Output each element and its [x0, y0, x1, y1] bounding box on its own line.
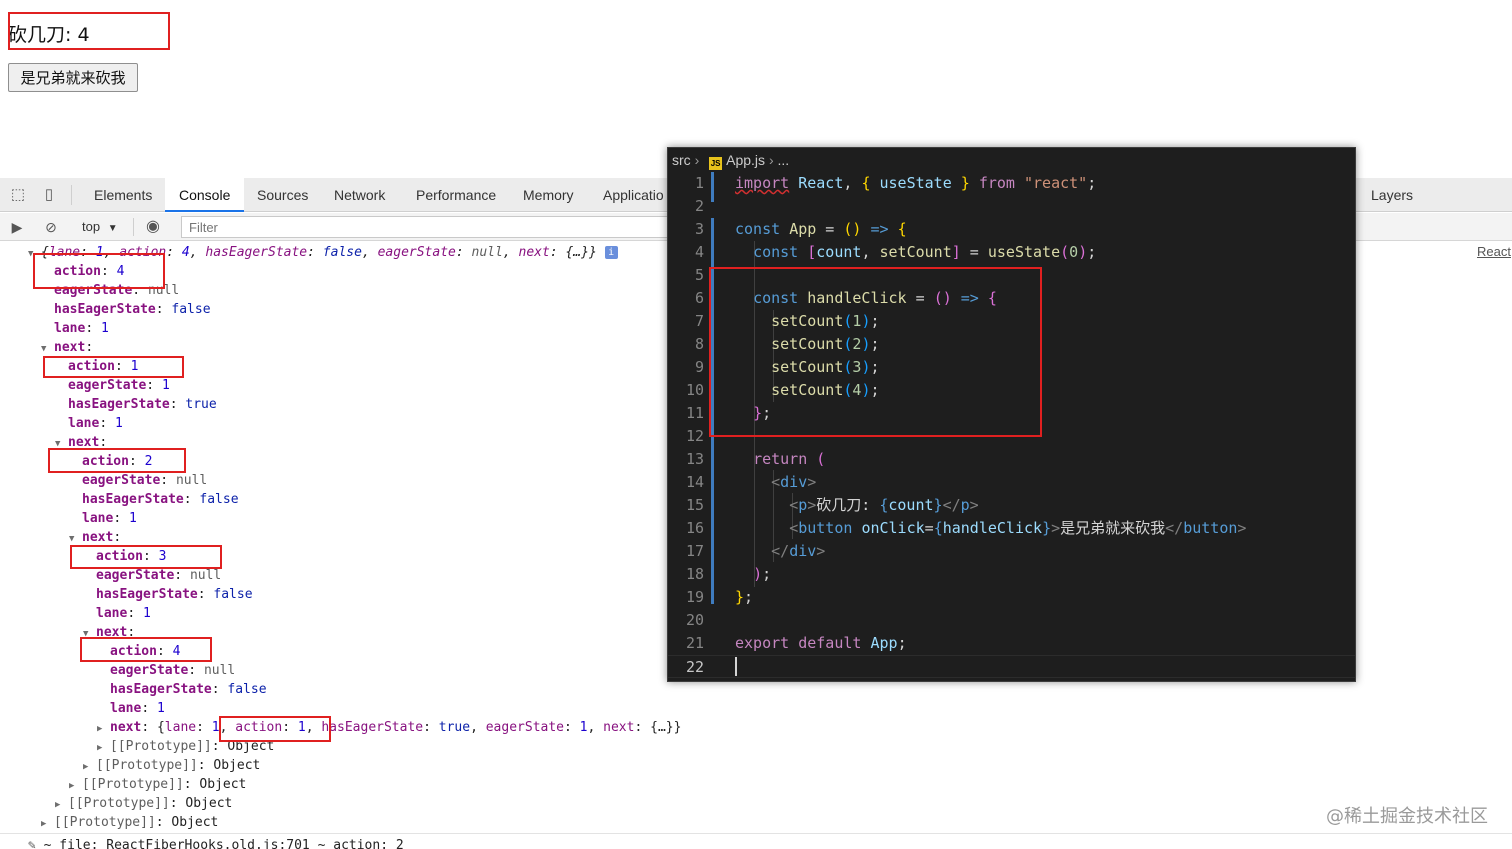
prop-lane: lane: 1: [68, 416, 123, 431]
prop-has-eager-state: hasEagerState: true: [68, 397, 217, 412]
text-cursor: [735, 657, 737, 676]
code-line-13[interactable]: 13 return (: [668, 448, 825, 471]
breadcrumb-folder[interactable]: src: [672, 152, 691, 168]
prototype-row[interactable]: ▶ [[Prototype]]: Object: [41, 813, 218, 834]
chevron-right-icon: ›: [768, 152, 774, 168]
breadcrumb-file[interactable]: App.js: [726, 152, 765, 168]
inspect-element-icon[interactable]: ⬚: [7, 184, 29, 206]
tab-console[interactable]: Console: [165, 178, 245, 212]
code-line-11[interactable]: 11 };: [668, 402, 771, 425]
counter-text: 砍几刀: 4: [8, 24, 90, 46]
tab-network[interactable]: Network: [320, 178, 399, 212]
code-line-5[interactable]: 5: [668, 264, 704, 287]
breadcrumb-more[interactable]: ...: [778, 152, 790, 168]
triangle-down-icon[interactable]: ▼: [55, 435, 68, 454]
code-line-2[interactable]: 2: [668, 195, 704, 218]
code-line-1[interactable]: 1 import React, { useState } from "react"…: [668, 172, 1096, 195]
prop-lane: lane: 1: [82, 511, 137, 526]
js-file-icon: JS: [709, 157, 723, 170]
console-bottom-message: ✎ ~ file: ReactFiberHooks.old.js:701 ~ a…: [28, 836, 404, 849]
source-link[interactable]: React: [1477, 244, 1511, 259]
prop-has-eager-state: hasEagerState: false: [54, 302, 211, 317]
toolbar-divider: [133, 218, 134, 236]
device-toolbar-icon[interactable]: ▯: [38, 184, 60, 206]
watermark: @稀土掘金技术社区: [1326, 806, 1488, 827]
prop-eager-state: eagerState: null: [96, 568, 222, 583]
tab-application[interactable]: Applicatio: [589, 178, 678, 212]
tab-elements[interactable]: Elements: [80, 178, 166, 212]
tab-memory[interactable]: Memory: [509, 178, 588, 212]
prop-action: action: 2: [82, 454, 153, 469]
prop-action: action: 4: [110, 644, 181, 659]
prop-next[interactable]: ▼ next:: [55, 433, 107, 454]
triangle-down-icon[interactable]: ▼: [69, 530, 82, 549]
code-line-4[interactable]: 4 const [count, setCount] = useState(0);: [668, 241, 1096, 264]
prototype-row[interactable]: ▶ [[Prototype]]: Object: [69, 775, 246, 796]
hack-me-button[interactable]: 是兄弟就来砍我: [8, 63, 138, 92]
code-line-7[interactable]: 7 setCount(1);: [668, 310, 880, 333]
prop-lane: lane: 1: [54, 321, 109, 336]
prop-action: action: 4: [54, 264, 125, 279]
prop-lane: lane: 1: [96, 606, 151, 621]
code-line-20[interactable]: 20: [668, 609, 704, 632]
context-label: top: [82, 219, 101, 234]
triangle-down-icon[interactable]: ▼: [28, 245, 41, 264]
modified-gutter-bar: [711, 218, 714, 604]
context-selector[interactable]: top ▼: [82, 216, 118, 238]
code-line-6[interactable]: 6 const handleClick = () => {: [668, 287, 997, 310]
clear-console-icon[interactable]: ⊘: [40, 216, 62, 238]
prop-eager-state: eagerState: null: [54, 283, 180, 298]
tab-layers[interactable]: Layers: [1357, 178, 1427, 212]
prop-next[interactable]: ▼ next:: [69, 528, 121, 549]
code-line-3[interactable]: 3 const App = () => {: [668, 218, 907, 241]
code-line-12[interactable]: 12: [668, 425, 704, 448]
prop-action: action: 3: [96, 549, 167, 564]
code-line-16[interactable]: 16 <button onClick={handleClick}>是兄弟就来砍我…: [668, 517, 1246, 540]
triangle-right-icon[interactable]: ▶: [41, 815, 54, 834]
live-expression-eye-icon[interactable]: ◉: [141, 216, 165, 238]
code-line-14[interactable]: 14 <div>: [668, 471, 816, 494]
chevron-right-icon: ›: [694, 152, 700, 168]
log-summary-line[interactable]: ▼ {lane: 1, action: 4, hasEagerState: fal…: [28, 243, 618, 264]
tab-divider: [71, 185, 72, 205]
prop-next-collapsed[interactable]: ▶ next: {lane: 1, action: 1, hasEagerStat…: [97, 718, 681, 739]
prop-action: action: 1: [68, 359, 139, 374]
editor-breadcrumb[interactable]: src › JS App.js › ...: [668, 148, 1355, 172]
code-line-19[interactable]: 19};: [668, 586, 753, 609]
code-line-21[interactable]: 21 export default App;: [668, 632, 907, 655]
prop-next[interactable]: ▼ next:: [41, 338, 93, 359]
code-line-9[interactable]: 9 setCount(3);: [668, 356, 880, 379]
prototype-row[interactable]: ▶ [[Prototype]]: Object: [55, 794, 232, 815]
code-line-18[interactable]: 18 );: [668, 563, 771, 586]
tab-sources[interactable]: Sources: [243, 178, 322, 212]
modified-gutter-bar: [711, 172, 714, 202]
tab-performance[interactable]: Performance: [402, 178, 510, 212]
code-line-10[interactable]: 10 setCount(4);: [668, 379, 880, 402]
console-filter-input[interactable]: [181, 216, 671, 238]
prop-has-eager-state: hasEagerState: false: [110, 682, 267, 697]
pin-icon: ✎: [28, 838, 44, 849]
prop-has-eager-state: hasEagerState: false: [82, 492, 239, 507]
sidebar-toggle-icon[interactable]: ▶: [6, 216, 28, 238]
code-line-17[interactable]: 17 </div>: [668, 540, 825, 563]
code-editor: src › JS App.js › ... 1 import React, { us…: [667, 147, 1356, 682]
prototype-row[interactable]: ▶ [[Prototype]]: Object: [97, 737, 274, 758]
code-line-8[interactable]: 8 setCount(2);: [668, 333, 880, 356]
prop-next[interactable]: ▼ next:: [83, 623, 135, 644]
prop-eager-state: eagerState: null: [82, 473, 208, 488]
prop-eager-state: eagerState: 1: [68, 378, 170, 393]
info-icon[interactable]: i: [604, 246, 618, 259]
triangle-down-icon[interactable]: ▼: [83, 625, 96, 644]
prototype-row[interactable]: ▶ [[Prototype]]: Object: [83, 756, 260, 777]
prop-lane: lane: 1: [110, 701, 165, 716]
prop-eager-state: eagerState: null: [110, 663, 236, 678]
prop-has-eager-state: hasEagerState: false: [96, 587, 253, 602]
code-line-22[interactable]: 22: [668, 655, 1355, 678]
chevron-down-icon: ▼: [107, 223, 118, 234]
triangle-down-icon[interactable]: ▼: [41, 340, 54, 359]
code-line-15[interactable]: 15 <p>砍几刀: {count}</p>: [668, 494, 979, 517]
